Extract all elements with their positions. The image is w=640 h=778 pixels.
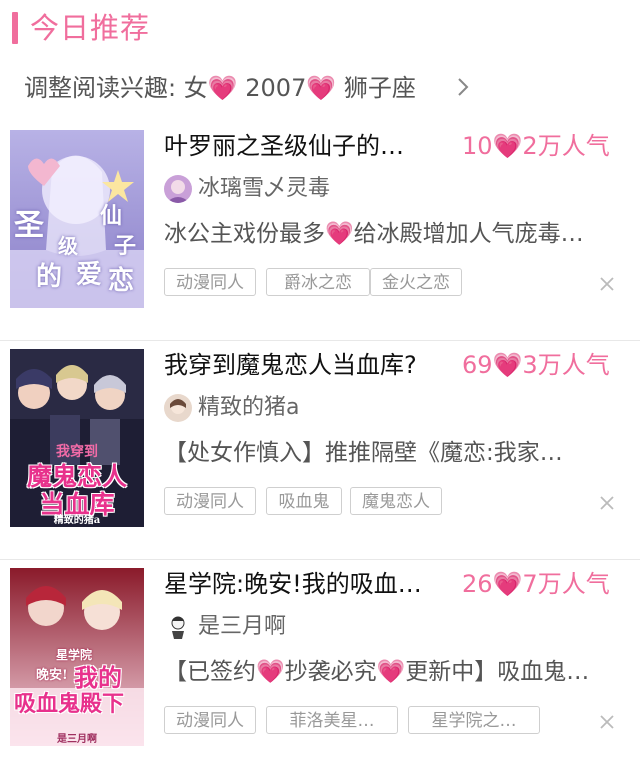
book-card[interactable]: 圣 仙 级 子 的 爱 恋 叶罗丽之圣级仙子的… 10💗2万人气 冰璃雪乄灵毒 … bbox=[0, 122, 640, 341]
cover-title: 仙 bbox=[100, 203, 123, 229]
book-title[interactable]: 我穿到魔鬼恋人当血库? bbox=[164, 347, 446, 383]
book-tag[interactable]: 菲洛美星… bbox=[266, 706, 398, 734]
author-name: 冰璃雪乄灵毒 bbox=[198, 176, 331, 201]
cover-title: 晚安! bbox=[36, 668, 68, 683]
interest-gender: 女 bbox=[183, 74, 208, 102]
popularity-count: 10💗2万人气 bbox=[462, 132, 610, 160]
close-icon[interactable] bbox=[598, 494, 616, 512]
close-icon[interactable] bbox=[598, 275, 616, 293]
popularity-count: 69💗3万人气 bbox=[462, 351, 610, 379]
author-avatar bbox=[164, 394, 192, 422]
book-card[interactable]: 我穿到 魔鬼恋人 当血库 精致的猪a 我穿到魔鬼恋人当血库? 69💗3万人气 精… bbox=[0, 341, 640, 560]
book-cover[interactable]: 圣 仙 级 子 的 爱 恋 bbox=[10, 130, 144, 308]
interest-label: 调整阅读兴趣: bbox=[24, 74, 177, 102]
popularity-count: 26💗7万人气 bbox=[462, 570, 610, 598]
author-avatar bbox=[164, 175, 192, 203]
book-tag[interactable]: 动漫同人 bbox=[164, 268, 256, 296]
book-description: 【处女作慎入】推推隔壁《魔恋:我家… bbox=[164, 440, 563, 466]
chevron-right-icon[interactable] bbox=[452, 76, 474, 98]
section-title: 今日推荐 bbox=[30, 11, 151, 45]
cover-title: 恋 bbox=[108, 266, 135, 296]
author-name: 是三月啊 bbox=[198, 614, 287, 639]
book-cover[interactable]: 星学院 晚安! 我的 吸血鬼殿下 是三月啊 bbox=[10, 568, 144, 746]
section-marker-icon bbox=[12, 12, 18, 44]
book-description: 冰公主戏份最多💗给冰殿增加人气庞毒… bbox=[164, 221, 584, 247]
book-tag[interactable]: 动漫同人 bbox=[164, 706, 256, 734]
book-cover[interactable]: 我穿到 魔鬼恋人 当血库 精致的猪a bbox=[10, 349, 144, 527]
book-tag[interactable]: 星学院之… bbox=[408, 706, 540, 734]
book-tag[interactable]: 动漫同人 bbox=[164, 487, 256, 515]
book-title[interactable]: 星学院:晚安!我的吸血… bbox=[164, 566, 446, 602]
book-tag[interactable]: 吸血鬼 bbox=[266, 487, 342, 515]
interest-summary: 调整阅读兴趣: 女💗 2007💗 狮子座 bbox=[24, 68, 416, 108]
cover-title: 的 bbox=[36, 262, 63, 292]
author-name: 精致的猪a bbox=[198, 395, 300, 420]
section-header: 今日推荐 bbox=[0, 0, 640, 56]
book-tag[interactable]: 金火之恋 bbox=[370, 268, 462, 296]
book-title[interactable]: 叶罗丽之圣级仙子的… bbox=[164, 128, 446, 164]
interest-year: 2007 bbox=[245, 74, 307, 102]
cover-title: 是三月啊 bbox=[57, 734, 97, 745]
interest-separator-icon: 💗 bbox=[306, 74, 337, 102]
cover-title: 吸血鬼殿下 bbox=[14, 691, 125, 717]
adjust-interest-link[interactable]: 调整阅读兴趣: 女💗 2007💗 狮子座 bbox=[0, 56, 640, 122]
cover-title: 级 bbox=[58, 234, 78, 258]
book-description: 【已签约💗抄袭必究💗更新中】吸血鬼… bbox=[164, 659, 590, 685]
cover-title: 圣 bbox=[14, 208, 44, 243]
interest-zodiac: 狮子座 bbox=[343, 74, 416, 102]
cover-title: 子 bbox=[114, 233, 137, 259]
book-tag[interactable]: 爵冰之恋 bbox=[266, 268, 370, 296]
book-tag[interactable]: 魔鬼恋人 bbox=[350, 487, 442, 515]
interest-separator-icon: 💗 bbox=[207, 74, 238, 102]
cover-title: 爱 bbox=[76, 260, 103, 290]
book-card[interactable]: 星学院 晚安! 我的 吸血鬼殿下 是三月啊 星学院:晚安!我的吸血… 26💗7万… bbox=[0, 560, 640, 778]
author-avatar bbox=[164, 613, 192, 641]
cover-title: 精致的猪a bbox=[53, 515, 101, 526]
close-icon[interactable] bbox=[598, 713, 616, 731]
